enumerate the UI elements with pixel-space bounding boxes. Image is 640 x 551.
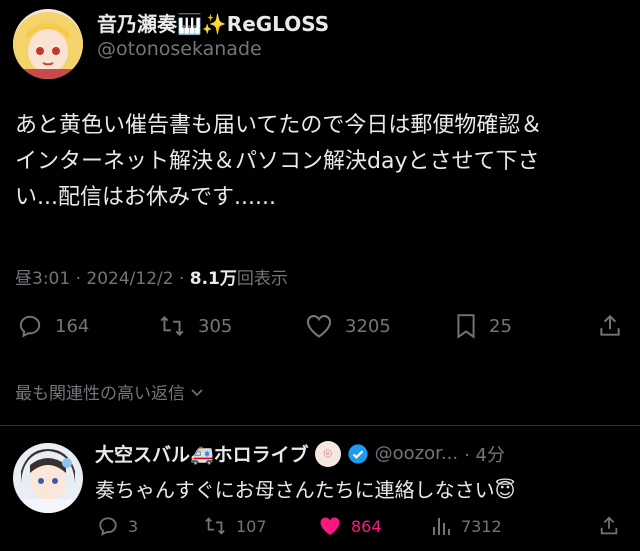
- reply-button[interactable]: 164: [17, 313, 89, 339]
- reply-author-avatar[interactable]: [13, 443, 83, 513]
- view-label: 回表示: [236, 269, 288, 289]
- reply-views-button[interactable]: 7312: [430, 515, 502, 537]
- repost-icon: [205, 517, 225, 535]
- repost-button[interactable]: 305: [158, 313, 232, 339]
- reply-count: 164: [55, 315, 90, 337]
- tweet-meta: 昼3:01 · 2024/12/2 · 8.1万回表示: [15, 264, 288, 289]
- reply-share-button[interactable]: [598, 515, 620, 537]
- author-handle[interactable]: @otonosekanade: [97, 38, 262, 60]
- like-button[interactable]: 3205: [305, 313, 391, 339]
- share-icon: [600, 314, 620, 336]
- share-icon: [600, 516, 618, 535]
- author-avatar[interactable]: [13, 9, 83, 79]
- reply-reply-count: 3: [128, 516, 139, 536]
- tweet-text-line: あと黄色い催告書も届いてたので今日は郵便物確認＆: [15, 113, 543, 138]
- reply-sort-dropdown[interactable]: 最も関連性の高い返信: [15, 379, 205, 404]
- like-count: 3205: [345, 315, 391, 337]
- tweet-text-line: インターネット解決＆パソコン解決dayとさせて下さ: [15, 149, 540, 174]
- analytics-icon: [433, 518, 450, 535]
- tweet-text-line: い...配信はお休みです......: [15, 185, 276, 210]
- reply-handle[interactable]: @oozor...: [375, 443, 458, 464]
- affiliate-badge-icon[interactable]: ⌾: [314, 440, 341, 467]
- bookmark-icon: [457, 314, 475, 339]
- reply-repost-count: 107: [236, 516, 267, 536]
- bookmark-button[interactable]: 25: [455, 313, 512, 339]
- reply-repost-button[interactable]: 107: [203, 515, 267, 537]
- reply-icon: [19, 315, 41, 338]
- share-button[interactable]: [597, 313, 623, 339]
- view-count: 8.1万: [189, 269, 237, 289]
- reply-like-count: 864: [351, 516, 382, 536]
- reply-like-button[interactable]: 864: [318, 515, 382, 537]
- verified-badge-icon: [348, 443, 368, 464]
- author-display-name[interactable]: 音乃瀬奏🎹✨ReGLOSS: [97, 8, 329, 37]
- reply-time[interactable]: · 4分: [464, 441, 505, 467]
- reply-text: 奏ちゃんすぐにお母さんたちに連絡しなさい😇: [95, 478, 516, 502]
- chevron-down-icon: [191, 388, 203, 396]
- reply-view-count: 7312: [461, 516, 502, 536]
- bookmark-count: 25: [489, 315, 512, 337]
- reply-header: 大空スバル🚑ホロライブ ⌾ @oozor... · 4分: [95, 440, 505, 467]
- heart-filled-icon: [320, 517, 340, 535]
- repost-count: 305: [198, 315, 233, 337]
- heart-icon: [306, 315, 332, 338]
- tweet-text: あと黄色い催告書も届いてたので今日は郵便物確認＆ インターネット解決＆パソコン解…: [15, 108, 635, 216]
- tweet-timestamp[interactable]: 昼3:01 · 2024/12/2 ·: [15, 269, 190, 289]
- divider: [0, 425, 640, 426]
- reply-reply-button[interactable]: 3: [97, 515, 138, 537]
- repost-icon: [160, 316, 184, 336]
- reply-sort-label: 最も関連性の高い返信: [15, 384, 185, 404]
- reply-icon: [99, 517, 117, 536]
- reply-display-name[interactable]: 大空スバル🚑ホロライブ: [95, 440, 309, 467]
